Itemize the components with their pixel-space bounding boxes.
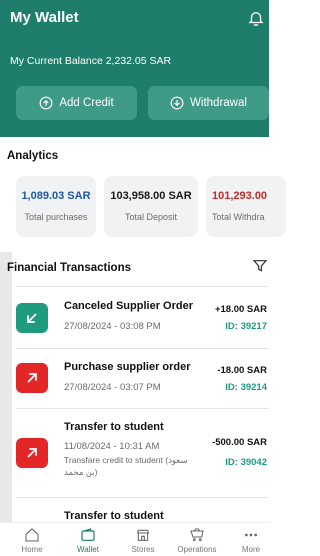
transaction-amount: -18.00 SAR: [217, 365, 267, 376]
divider: [16, 408, 269, 409]
divider: [16, 286, 269, 287]
nav-label: Stores: [131, 545, 155, 554]
withdrawal-label: Withdrawal: [190, 97, 247, 109]
outgoing-arrow-icon: [16, 438, 48, 468]
cart-icon: [190, 528, 204, 542]
page-title: My Wallet: [10, 9, 79, 26]
nav-more[interactable]: More: [224, 527, 278, 554]
nav-label: Home: [21, 545, 43, 554]
nav-label: Wallet: [77, 545, 99, 554]
store-icon: [136, 529, 150, 541]
arrow-up-circle-icon: [39, 96, 53, 110]
card-value: 1,089.03 SAR: [21, 190, 91, 202]
divider: [16, 348, 269, 349]
transaction-id: ID: 39042: [225, 457, 267, 468]
nav-label: More: [241, 545, 261, 554]
divider: [16, 497, 269, 498]
nav-operations[interactable]: Operations: [170, 527, 224, 554]
total-purchases-card: 1,089.03 SAR Total purchases: [16, 176, 96, 237]
transaction-date: 11/08/2024 - 10:31 AM: [64, 441, 160, 452]
outgoing-arrow-icon: [16, 363, 48, 393]
transactions-title: Financial Transactions: [7, 262, 131, 274]
side-scroll-track: [0, 252, 12, 537]
current-balance: My Current Balance 2,232.05 SAR: [10, 55, 172, 67]
bell-icon[interactable]: [247, 9, 265, 27]
transaction-title: Transfer to student: [64, 421, 164, 433]
card-label: Total purchases: [24, 212, 88, 222]
filter-icon[interactable]: [252, 258, 268, 274]
nav-stores[interactable]: Stores: [116, 527, 170, 554]
add-credit-label: Add Credit: [59, 97, 114, 109]
wallet-icon: [81, 528, 95, 541]
analytics-title: Analytics: [7, 150, 59, 162]
card-label: Total Deposit: [124, 212, 178, 222]
incoming-arrow-icon: [16, 303, 48, 333]
transaction-note: Transfare credit to student (سعود بن محم…: [64, 455, 188, 477]
card-label: Total Withdra: [212, 212, 265, 222]
arrow-down-circle-icon: [170, 96, 184, 110]
nav-label: Operations: [177, 545, 217, 554]
card-value: 101,293.00: [212, 190, 268, 202]
add-credit-button[interactable]: Add Credit: [16, 86, 137, 120]
transaction-date: 27/08/2024 - 03:07 PM: [64, 382, 161, 393]
transaction-date: 27/08/2024 - 03:08 PM: [64, 321, 161, 332]
total-deposit-card: 103,958.00 SAR Total Deposit: [104, 176, 198, 237]
total-withdrawal-card: 101,293.00 Total Withdra: [206, 176, 286, 237]
transaction-id: ID: 39214: [225, 382, 267, 393]
nav-home[interactable]: Home: [5, 527, 59, 554]
transaction-amount: -500.00 SAR: [212, 437, 267, 448]
nav-wallet[interactable]: Wallet: [61, 527, 115, 554]
transaction-title: Purchase supplier order: [64, 361, 191, 373]
transaction-title: Canceled Supplier Order: [64, 300, 193, 312]
more-icon: [245, 533, 257, 537]
transaction-amount: +18.00 SAR: [214, 304, 267, 315]
transaction-title[interactable]: Transfer to student: [64, 510, 164, 522]
wallet-header: My Wallet My Current Balance 2,232.05 SA…: [0, 0, 269, 137]
transaction-id: ID: 39217: [225, 321, 267, 332]
card-value: 103,958.00 SAR: [110, 190, 192, 202]
home-icon: [25, 528, 39, 542]
withdrawal-button[interactable]: Withdrawal: [148, 86, 269, 120]
